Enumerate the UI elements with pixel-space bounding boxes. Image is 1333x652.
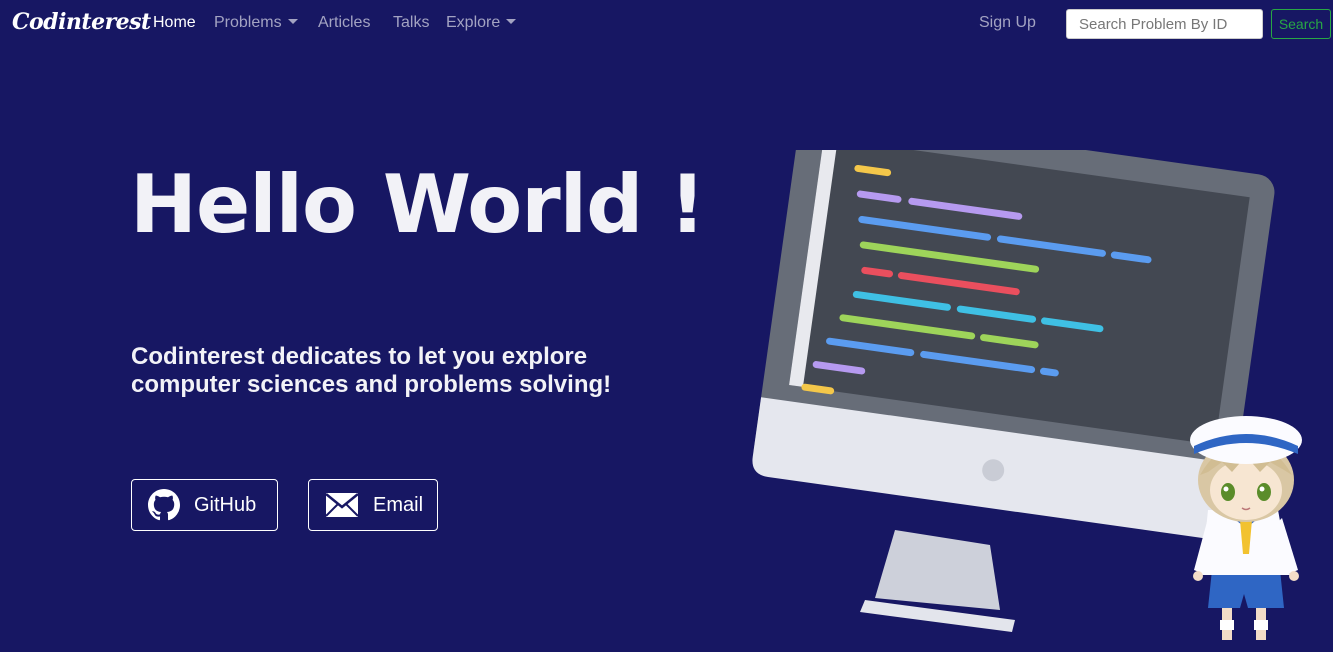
monitor-stand [860, 530, 1015, 632]
nav-problems-label: Problems [214, 14, 282, 31]
brand-logo[interactable]: Codinterest [12, 9, 151, 35]
nav-problems-dropdown[interactable]: Problems [214, 14, 298, 32]
nav-articles[interactable]: Articles [318, 14, 370, 32]
nav-explore-dropdown[interactable]: Explore [446, 14, 517, 32]
sailor-mascot [1190, 416, 1302, 640]
computer-illustration [700, 112, 1333, 652]
caret-down-icon [287, 19, 298, 24]
nav-talks[interactable]: Talks [393, 14, 429, 32]
nav-articles-label: Articles [318, 14, 371, 31]
envelope-icon [325, 492, 359, 518]
nav-talks-label: Talks [393, 14, 430, 31]
github-button[interactable]: GitHub [131, 479, 278, 531]
nav-home-label: Home [153, 14, 196, 31]
caret-down-icon [506, 19, 517, 24]
hero-subtitle: Codinterest dedicates to let you explore… [131, 343, 612, 398]
search-button[interactable]: Search [1271, 9, 1331, 39]
nav-explore-label: Explore [446, 14, 501, 31]
hero-title: Hello World ! [130, 158, 706, 251]
email-button-label: Email [373, 493, 424, 516]
github-button-label: GitHub [194, 493, 257, 516]
monitor [752, 112, 1275, 540]
navbar: Codinterest Home Problems Articles Talks… [0, 0, 1333, 48]
signup-link[interactable]: Sign Up [979, 14, 1036, 32]
nav-home[interactable]: Home [153, 14, 196, 32]
github-icon [148, 489, 180, 521]
search-problem-input[interactable] [1066, 9, 1263, 39]
email-button[interactable]: Email [308, 479, 438, 531]
